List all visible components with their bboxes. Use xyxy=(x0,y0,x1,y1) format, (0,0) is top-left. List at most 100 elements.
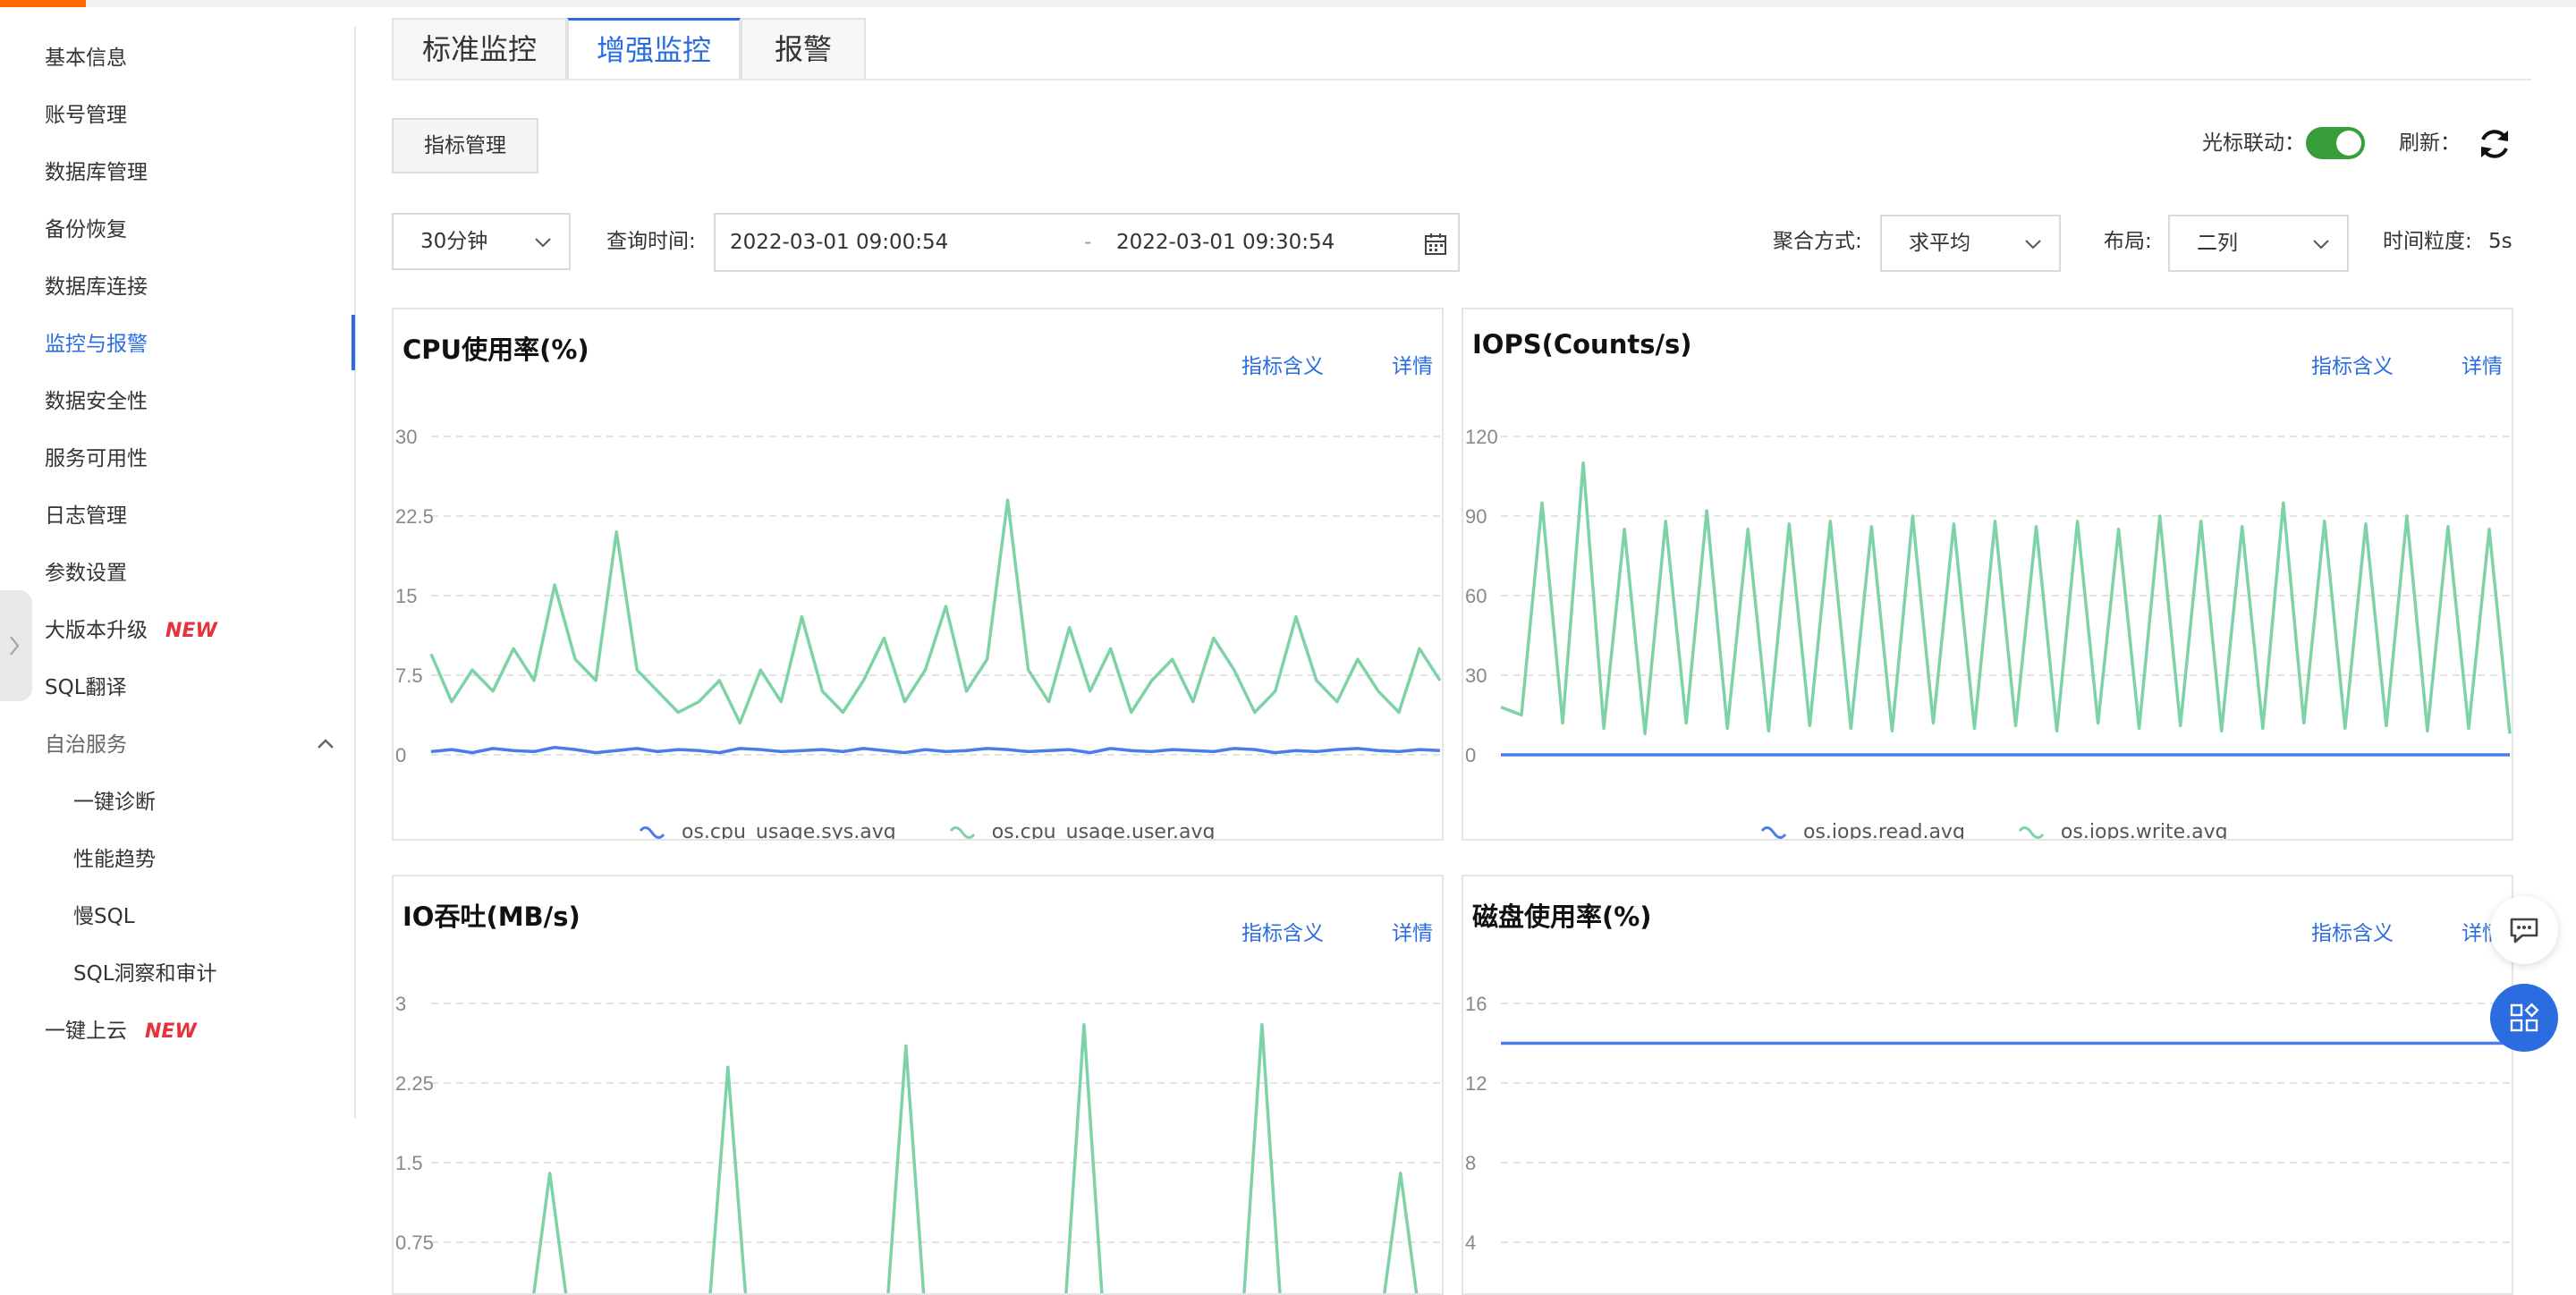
date-range-picker[interactable]: 2022-03-01 09:00:54 - 2022-03-01 09:30:5… xyxy=(714,213,1460,272)
legend-label: os.iops.write.avg xyxy=(2060,821,2228,841)
metric-meaning-link[interactable]: 指标含义 xyxy=(1241,349,1324,379)
metric-meaning-link[interactable]: 指标含义 xyxy=(1241,916,1324,946)
select-value: 30分钟 xyxy=(420,230,488,253)
tab-standard-monitor[interactable]: 标准监控 xyxy=(392,18,567,80)
sidebar-item-performance-trend[interactable]: 性能趋势 xyxy=(73,842,156,877)
sidebar-item-label: 备份恢复 xyxy=(45,218,127,241)
chevron-down-icon xyxy=(2025,240,2041,250)
tab-enhanced-monitor[interactable]: 增强监控 xyxy=(567,18,741,80)
legend-line-icon xyxy=(2018,826,2045,839)
cursor-link-toggle[interactable] xyxy=(2306,127,2365,159)
chart-card-disk-usage: 4 8 12 16 磁盘使用率(%) 指标含义 详情 xyxy=(1462,875,2513,1295)
aggregation-label: 聚合方式: xyxy=(1773,230,1862,253)
y-tick-label: 16 xyxy=(1465,993,1487,1015)
chart-plot-iops: 0 30 60 90 120 xyxy=(1465,426,2512,766)
y-tick-label: 1.5 xyxy=(395,1152,423,1174)
sidebar-item-label: 自治服务 xyxy=(45,733,127,757)
sidebar-item-label: 一键诊断 xyxy=(73,791,156,814)
series-line-0 xyxy=(532,1022,1419,1293)
sidebar-item-sql-audit[interactable]: SQL洞察和审计 xyxy=(73,956,217,992)
sidebar-collapse-handle[interactable] xyxy=(0,590,32,701)
tab-label: 报警 xyxy=(774,32,832,66)
chart-title: 磁盘使用率(%) xyxy=(1472,901,1652,932)
y-tick-label: 0 xyxy=(395,744,406,766)
chevron-right-icon xyxy=(10,636,20,656)
tabs-baseline xyxy=(392,79,2531,80)
button-label: 指标管理 xyxy=(424,134,506,157)
time-range-select[interactable]: 30分钟 xyxy=(392,213,571,270)
metric-meaning-link[interactable]: 指标含义 xyxy=(2311,916,2394,946)
sidebar-item-label: SQL洞察和审计 xyxy=(73,962,217,986)
sidebar-item-label: 一键上云 xyxy=(45,1020,127,1043)
sidebar-item-diagnosis[interactable]: 一键诊断 xyxy=(73,784,156,820)
granularity-value: 5s xyxy=(2488,230,2512,253)
sidebar-item-basic-info[interactable]: 基本信息 xyxy=(45,40,127,76)
legend-item[interactable]: os.cpu_usage.sys.avg xyxy=(639,821,896,841)
detail-link[interactable]: 详情 xyxy=(1392,916,1433,946)
y-tick-label: 7.5 xyxy=(395,664,423,687)
sidebar-item-monitoring[interactable]: 监控与报警 xyxy=(45,326,148,362)
y-tick-label: 22.5 xyxy=(395,505,434,528)
y-tick-label: 30 xyxy=(395,426,417,448)
sidebar-item-accounts[interactable]: 账号管理 xyxy=(45,97,127,133)
sidebar-item-label: 参数设置 xyxy=(45,562,127,585)
granularity-label: 时间粒度: xyxy=(2383,230,2472,253)
sidebar-item-cloud-migration[interactable]: 一键上云 NEW xyxy=(45,1013,197,1049)
legend-item[interactable]: os.iops.read.avg xyxy=(1760,821,1965,839)
end-time-input[interactable]: 2022-03-01 09:30:54 xyxy=(1116,224,1335,260)
y-tick-label: 4 xyxy=(1465,1232,1476,1254)
chat-button[interactable] xyxy=(2490,896,2558,964)
sidebar-item-availability[interactable]: 服务可用性 xyxy=(45,441,148,477)
y-tick-label: 90 xyxy=(1465,505,1487,528)
series-line-1 xyxy=(1500,461,2512,736)
aggregation-select[interactable]: 求平均 xyxy=(1880,215,2061,272)
y-tick-label: 0 xyxy=(1465,744,1476,766)
tab-alarm[interactable]: 报警 xyxy=(741,18,866,80)
chart-plot-cpu: 0 7.5 15 22.5 30 xyxy=(395,426,1442,766)
start-time-input[interactable]: 2022-03-01 09:00:54 xyxy=(730,224,948,260)
sidebar-item-backup[interactable]: 备份恢复 xyxy=(45,212,127,248)
sidebar-item-label: 数据安全性 xyxy=(45,390,148,413)
sidebar-item-label: 监控与报警 xyxy=(45,333,148,356)
refresh-icon[interactable] xyxy=(2476,125,2513,163)
query-time-label: 查询时间: xyxy=(606,230,696,253)
new-badge: NEW xyxy=(145,1020,197,1043)
chevron-up-icon[interactable] xyxy=(313,732,338,757)
sidebar-item-sql-translate[interactable]: SQL翻译 xyxy=(45,670,127,706)
sidebar-item-major-upgrade[interactable]: 大版本升级 NEW xyxy=(45,613,217,648)
sidebar-item-label: 数据库连接 xyxy=(45,275,148,299)
y-tick-label: 2.25 xyxy=(395,1072,434,1095)
layout-select[interactable]: 二列 xyxy=(2168,215,2349,272)
chart-legend: os.cpu_usage.sys.avg os.cpu_usage.user.a… xyxy=(639,821,1216,841)
sidebar-item-logs[interactable]: 日志管理 xyxy=(45,498,127,534)
y-tick-label: 12 xyxy=(1465,1072,1487,1095)
sidebar-item-slow-sql[interactable]: 慢SQL xyxy=(73,899,135,935)
toggle-knob xyxy=(2336,131,2361,156)
sidebar-item-label: 数据库管理 xyxy=(45,161,148,184)
sidebar-item-security[interactable]: 数据安全性 xyxy=(45,384,148,419)
detail-link[interactable]: 详情 xyxy=(2462,349,2503,379)
sidebar-active-indicator xyxy=(352,315,355,370)
sidebar-item-parameters[interactable]: 参数设置 xyxy=(45,555,127,591)
top-accent-bar xyxy=(0,0,86,7)
metric-meaning-link[interactable]: 指标含义 xyxy=(2311,349,2394,379)
sidebar-item-connection[interactable]: 数据库连接 xyxy=(45,269,148,305)
legend-label: os.cpu_usage.user.avg xyxy=(991,821,1216,841)
sidebar-item-databases[interactable]: 数据库管理 xyxy=(45,155,148,190)
legend-item[interactable]: os.cpu_usage.user.avg xyxy=(949,821,1216,841)
detail-link[interactable]: 详情 xyxy=(1392,349,1433,379)
calendar-icon[interactable] xyxy=(1424,233,1447,256)
layout-label: 布局: xyxy=(2104,230,2152,253)
select-value: 求平均 xyxy=(1909,232,1970,255)
apps-button[interactable] xyxy=(2490,984,2558,1052)
select-value: 二列 xyxy=(2197,232,2238,255)
sidebar-item-label: 日志管理 xyxy=(45,504,127,528)
legend-label: os.cpu_usage.sys.avg xyxy=(682,821,896,841)
y-tick-label: 60 xyxy=(1465,585,1487,607)
legend-item[interactable]: os.iops.write.avg xyxy=(2018,821,2228,841)
sidebar-item-label: 性能趋势 xyxy=(73,848,156,871)
metric-management-button[interactable]: 指标管理 xyxy=(392,118,538,174)
sidebar-group-autonomy[interactable]: 自治服务 xyxy=(45,727,127,763)
chart-legend: os.iops.read.avg os.iops.write.avg xyxy=(1760,821,2228,841)
sidebar-item-label: 账号管理 xyxy=(45,104,127,127)
